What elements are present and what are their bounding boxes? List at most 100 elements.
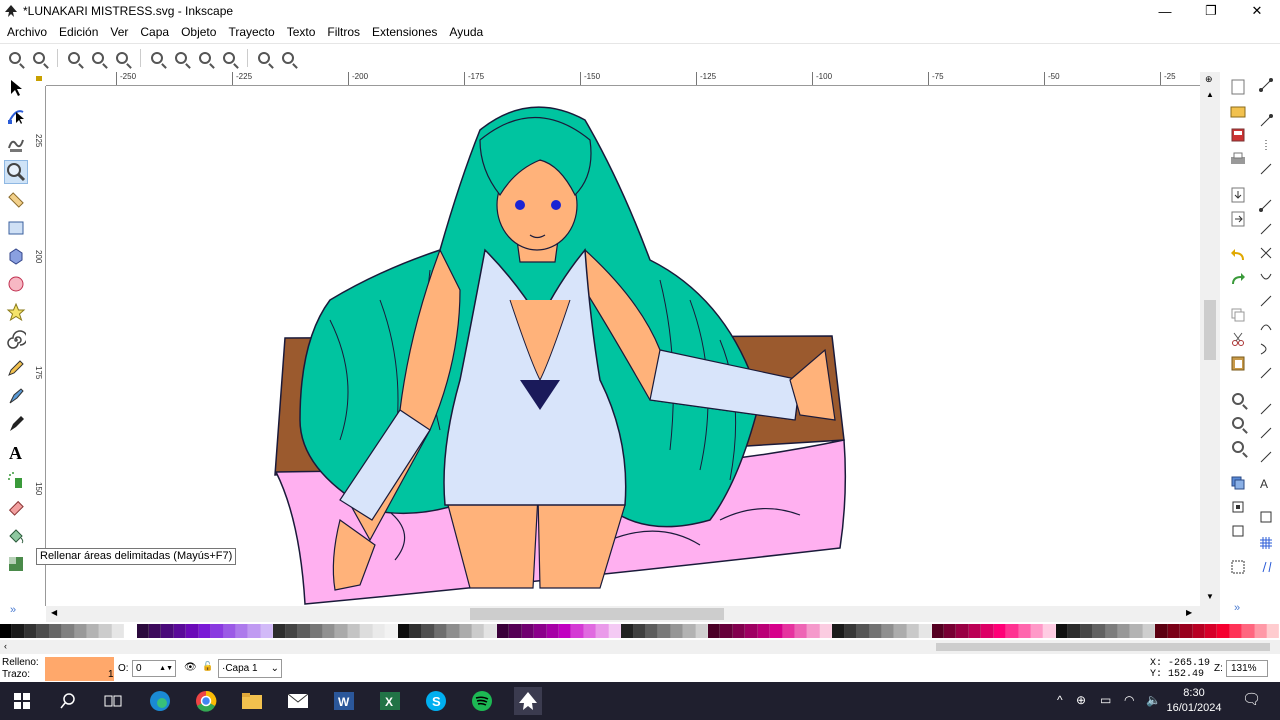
zoom-page-icon[interactable]	[194, 47, 216, 69]
pen-tool-icon[interactable]	[4, 384, 28, 408]
save-icon[interactable]	[1229, 126, 1247, 144]
palette-swatch[interactable]	[1204, 624, 1218, 638]
palette-swatch[interactable]	[1142, 624, 1156, 638]
restore-button[interactable]: ❐	[1188, 0, 1234, 22]
palette-swatch[interactable]	[1055, 624, 1069, 638]
palette-swatch[interactable]	[1192, 624, 1205, 638]
palette-swatch[interactable]	[211, 624, 224, 638]
palette-swatch[interactable]	[1217, 624, 1230, 638]
zoom-page-right-icon[interactable]	[1229, 438, 1247, 456]
palette-swatch[interactable]	[1155, 624, 1168, 638]
menu-trayecto[interactable]: Trayecto	[228, 25, 274, 39]
scroll-up-icon[interactable]: ▲	[1206, 90, 1214, 99]
tray-app-icon[interactable]: ⊕	[1076, 693, 1086, 707]
chrome-icon[interactable]	[192, 687, 220, 715]
palette-swatch[interactable]	[832, 624, 845, 638]
tweak-tool-icon[interactable]	[4, 132, 28, 156]
palette-swatch[interactable]	[1254, 624, 1268, 638]
canvas-horizontal-scrollbar[interactable]: ◀ ▶	[46, 606, 1220, 622]
menu-archivo[interactable]: Archivo	[7, 25, 47, 39]
snap-bbox-corner-icon[interactable]	[1257, 160, 1275, 178]
star-tool-icon[interactable]	[4, 300, 28, 324]
palette-swatch[interactable]	[1093, 624, 1106, 638]
visibility-eye-icon[interactable]: 👁	[184, 662, 197, 673]
palette-swatch[interactable]	[385, 624, 398, 638]
zoom-out-icon[interactable]	[28, 47, 50, 69]
scroll-right-icon[interactable]: ▶	[1186, 608, 1192, 617]
calligraphy-tool-icon[interactable]	[4, 412, 28, 436]
gradient-tool-icon[interactable]	[4, 552, 28, 576]
file-explorer-icon[interactable]	[238, 687, 266, 715]
zoom-input[interactable]: 131%	[1226, 660, 1268, 677]
palette-swatch[interactable]	[1080, 624, 1094, 638]
palette-swatch[interactable]	[670, 624, 684, 638]
palette-swatch[interactable]	[12, 624, 25, 638]
redo-icon[interactable]	[1229, 270, 1247, 288]
menu-edicion[interactable]: Edición	[59, 25, 98, 39]
cut-icon[interactable]	[1229, 330, 1247, 348]
zoom-page-width-icon[interactable]	[218, 47, 240, 69]
menu-ayuda[interactable]: Ayuda	[449, 25, 483, 39]
fill-swatch[interactable]	[45, 657, 114, 669]
palette-swatch[interactable]	[186, 624, 199, 638]
excel-icon[interactable]: X	[376, 687, 404, 715]
palette-swatch[interactable]	[1267, 624, 1280, 638]
palette-swatch[interactable]	[844, 624, 858, 638]
palette-swatch[interactable]	[1031, 624, 1044, 638]
duplicate-icon[interactable]	[1229, 474, 1247, 492]
inkscape-taskbar-icon[interactable]	[514, 687, 542, 715]
import-icon[interactable]	[1229, 186, 1247, 204]
palette-swatch[interactable]	[484, 624, 497, 638]
palette-swatch[interactable]	[621, 624, 634, 638]
edge-icon[interactable]	[146, 687, 174, 715]
palette-swatch[interactable]	[509, 624, 522, 638]
zoom-2-1-icon[interactable]	[111, 47, 133, 69]
palette-swatch[interactable]	[608, 624, 622, 638]
snap-nodes-icon[interactable]	[1257, 196, 1275, 214]
palette-swatch[interactable]	[894, 624, 907, 638]
palette-swatch[interactable]	[546, 624, 559, 638]
menu-texto[interactable]: Texto	[287, 25, 316, 39]
snap-enable-icon[interactable]	[1257, 76, 1275, 94]
palette-swatch[interactable]	[459, 624, 473, 638]
3d-box-tool-icon[interactable]	[4, 244, 28, 268]
palette-swatch[interactable]	[360, 624, 373, 638]
palette-swatch[interactable]	[422, 624, 435, 638]
eraser-tool-icon[interactable]	[4, 496, 28, 520]
palette-swatch[interactable]	[658, 624, 671, 638]
battery-icon[interactable]: ▭	[1100, 693, 1111, 707]
palette-swatch[interactable]	[285, 624, 299, 638]
palette-swatch[interactable]	[795, 624, 808, 638]
palette-swatch[interactable]	[931, 624, 945, 638]
palette-swatch[interactable]	[74, 624, 87, 638]
volume-icon[interactable]: 🔈	[1146, 693, 1161, 707]
palette-swatch[interactable]	[720, 624, 733, 638]
new-document-icon[interactable]	[1229, 78, 1247, 96]
palette-swatch[interactable]	[1068, 624, 1081, 638]
palette-swatch[interactable]	[99, 624, 112, 638]
palette-swatch[interactable]	[993, 624, 1007, 638]
palette-swatch[interactable]	[310, 624, 323, 638]
palette-swatch[interactable]	[198, 624, 212, 638]
menu-ver[interactable]: Ver	[110, 25, 128, 39]
snap-smooth-icon[interactable]	[1257, 292, 1275, 310]
palette-swatch[interactable]	[633, 624, 646, 638]
spiral-tool-icon[interactable]	[4, 328, 28, 352]
snap-midpoint-icon[interactable]	[1257, 316, 1275, 334]
palette-swatch[interactable]	[298, 624, 311, 638]
palette-swatch[interactable]	[819, 624, 833, 638]
snap-guide-icon[interactable]: A	[1257, 474, 1275, 492]
snap-grid-page-icon[interactable]	[1257, 508, 1275, 526]
palette-swatch[interactable]	[968, 624, 982, 638]
palette-swatch[interactable]	[1018, 624, 1032, 638]
menu-filtros[interactable]: Filtros	[327, 25, 360, 39]
palette-swatch[interactable]	[732, 624, 746, 638]
palette-swatch[interactable]	[335, 624, 348, 638]
scroll-down-icon[interactable]: ▼	[1206, 592, 1214, 601]
selector-tool-icon[interactable]	[4, 76, 28, 100]
stroke-swatch[interactable]	[45, 669, 114, 681]
palette-swatch[interactable]	[124, 624, 137, 638]
palette-swatch[interactable]	[583, 624, 597, 638]
text-tool-icon[interactable]: A	[4, 440, 28, 464]
palette-swatch[interactable]	[571, 624, 584, 638]
